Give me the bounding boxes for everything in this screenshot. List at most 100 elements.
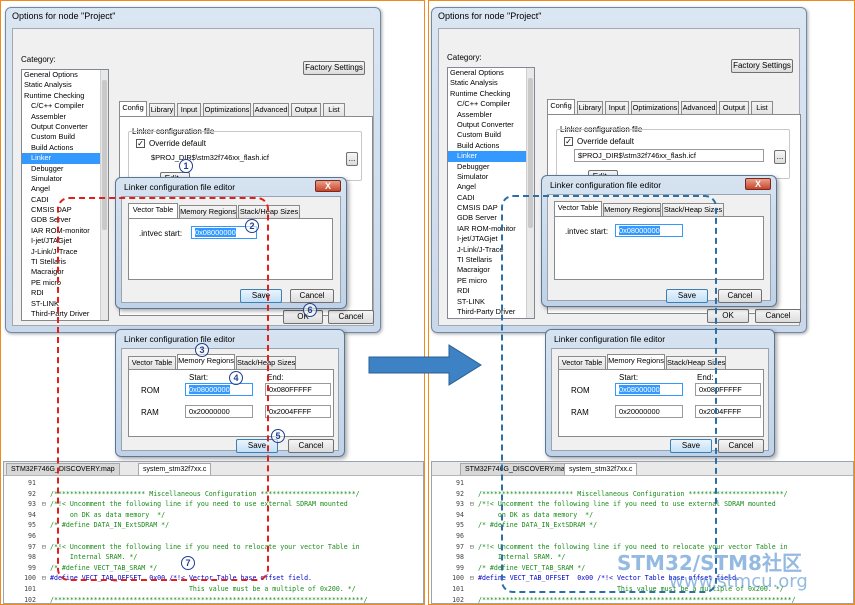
- ram-end-input[interactable]: 0x2004FFFF: [695, 405, 761, 418]
- category-item[interactable]: Build Actions: [448, 141, 534, 151]
- code-line[interactable]: 101 This value must be a multiple of 0x2…: [4, 584, 356, 594]
- category-scrollbar[interactable]: [526, 68, 534, 318]
- category-item[interactable]: CADI: [448, 193, 534, 203]
- tab-vector-table[interactable]: Vector Table: [128, 356, 176, 369]
- ram-start-input[interactable]: 0x20000000: [185, 405, 253, 418]
- category-item[interactable]: Simulator: [22, 174, 108, 184]
- category-item[interactable]: Static Analysis: [448, 78, 534, 88]
- category-item[interactable]: Runtime Checking: [448, 89, 534, 99]
- code-line[interactable]: 93 ⊟/*!< Uncomment the following line if …: [432, 499, 776, 509]
- category-scrollbar[interactable]: [100, 70, 108, 320]
- category-item[interactable]: Simulator: [448, 172, 534, 182]
- category-item[interactable]: Custom Build: [448, 130, 534, 140]
- category-item[interactable]: Runtime Checking: [22, 91, 108, 101]
- cancel-button[interactable]: Cancel: [288, 439, 334, 453]
- tab-system-file[interactable]: system_stm32f7xx.c: [564, 463, 638, 475]
- category-item[interactable]: Debugger: [448, 162, 534, 172]
- category-item[interactable]: TI Stellaris: [448, 255, 534, 265]
- code-line[interactable]: 97 ⊟/*!< Uncomment the following line if …: [4, 542, 360, 552]
- ram-start-input[interactable]: 0x20000000: [615, 405, 683, 418]
- category-item[interactable]: IAR ROM-monitor: [22, 226, 108, 236]
- code-line[interactable]: 100 ⊟ #define VECT_TAB_OFFSET 0x00 /*!< Ve…: [4, 573, 312, 583]
- category-item[interactable]: I-jet/JTAGjet: [22, 236, 108, 246]
- intvec-start-input[interactable]: 0x08000000: [615, 224, 683, 237]
- cancel-button[interactable]: Cancel: [328, 310, 374, 324]
- category-item[interactable]: GDB Server: [448, 213, 534, 223]
- code-editor[interactable]: STM32F746G_DISCOVERY.map system_stm32f7x…: [3, 461, 424, 604]
- category-item[interactable]: GDB Server: [22, 215, 108, 225]
- save-button[interactable]: Save: [666, 289, 708, 303]
- tab-map-file[interactable]: STM32F746G_DISCOVERY.map: [6, 463, 120, 475]
- category-item[interactable]: Assembler: [22, 112, 108, 122]
- rom-end-input[interactable]: 0x080FFFFF: [695, 383, 761, 396]
- code-line[interactable]: 95 /* #define DATA_IN_ExtSDRAM */: [432, 520, 597, 530]
- category-item[interactable]: Third-Party Driver: [22, 309, 108, 319]
- tab-vector-table[interactable]: Vector Table: [558, 356, 606, 369]
- tab-system-file[interactable]: system_stm32f7xx.c: [138, 463, 212, 475]
- tab-library[interactable]: Library: [149, 103, 175, 116]
- tab-optimizations[interactable]: Optimizations: [631, 101, 679, 114]
- close-icon[interactable]: X: [745, 178, 771, 190]
- fold-icon[interactable]: ⊟: [470, 542, 478, 552]
- fold-icon[interactable]: ⊟: [470, 499, 478, 509]
- tab-optimizations[interactable]: Optimizations: [203, 103, 251, 116]
- save-button[interactable]: Save: [236, 439, 278, 453]
- category-item[interactable]: General Options: [448, 68, 534, 78]
- tab-list[interactable]: List: [751, 101, 773, 114]
- category-item[interactable]: Macraigor: [22, 267, 108, 277]
- code-line[interactable]: 98 Internal SRAM. */: [4, 552, 137, 562]
- category-item[interactable]: Output Converter: [22, 122, 108, 132]
- category-item[interactable]: CMSIS DAP: [22, 205, 108, 215]
- category-item[interactable]: Angel: [448, 182, 534, 192]
- code-line[interactable]: 92 /*********************** Miscellaneous…: [4, 489, 360, 499]
- save-button[interactable]: Save: [240, 289, 282, 303]
- tab-list[interactable]: List: [323, 103, 345, 116]
- tab-input[interactable]: Input: [605, 101, 629, 114]
- tab-library[interactable]: Library: [577, 101, 603, 114]
- tab-memory-regions[interactable]: Memory Regions: [177, 354, 235, 369]
- code-line[interactable]: 95 /* #define DATA_IN_ExtSDRAM */: [4, 520, 169, 530]
- tab-output[interactable]: Output: [291, 103, 321, 116]
- category-item[interactable]: IAR ROM-monitor: [448, 224, 534, 234]
- code-line[interactable]: 96: [4, 531, 50, 541]
- tab-stack-heap[interactable]: Stack/Heap Sizes: [236, 356, 296, 369]
- browse-button[interactable]: ...: [774, 150, 786, 164]
- fold-icon[interactable]: ⊟: [42, 542, 50, 552]
- config-path-field[interactable]: $PROJ_DIR$\stm32f746xx_flash.icf: [148, 152, 338, 165]
- fold-icon[interactable]: ⊟: [42, 499, 50, 509]
- rom-start-input[interactable]: 0x08000000: [185, 383, 253, 396]
- category-item[interactable]: RDI: [22, 288, 108, 298]
- tab-memory-regions[interactable]: Memory Regions: [179, 205, 237, 218]
- category-item[interactable]: PE micro: [448, 276, 534, 286]
- category-item[interactable]: C/C++ Compiler: [22, 101, 108, 111]
- code-line[interactable]: 99 /* #define VECT_TAB_SRAM */: [4, 563, 157, 573]
- category-list[interactable]: General Options Static Analysis Runtime Ch…: [21, 69, 109, 321]
- code-line[interactable]: 91: [4, 478, 50, 488]
- category-item[interactable]: Angel: [22, 184, 108, 194]
- rom-end-input[interactable]: 0x080FFFFF: [265, 383, 331, 396]
- category-item[interactable]: Static Analysis: [22, 80, 108, 90]
- category-list[interactable]: General Options Static Analysis Runtime Ch…: [447, 67, 535, 319]
- tab-config[interactable]: Config: [547, 99, 575, 114]
- tab-memory-regions[interactable]: Memory Regions: [607, 354, 665, 369]
- tab-advanced[interactable]: Advanced: [253, 103, 289, 116]
- category-item[interactable]: TI Stellaris: [22, 257, 108, 267]
- code-line[interactable]: 94 on DK as data memory */: [4, 510, 165, 520]
- category-item[interactable]: I-jet/JTAGjet: [448, 234, 534, 244]
- category-item[interactable]: CMSIS DAP: [448, 203, 534, 213]
- fold-icon[interactable]: ⊟: [470, 573, 478, 583]
- fold-icon[interactable]: ⊟: [42, 573, 50, 583]
- category-item[interactable]: Assembler: [448, 110, 534, 120]
- override-default-checkbox[interactable]: ✓: [136, 139, 145, 148]
- tab-memory-regions[interactable]: Memory Regions: [603, 203, 661, 216]
- code-line[interactable]: 98 Internal SRAM. */: [432, 552, 565, 562]
- tab-input[interactable]: Input: [177, 103, 201, 116]
- cancel-button[interactable]: Cancel: [290, 289, 334, 303]
- save-button[interactable]: Save: [670, 439, 712, 453]
- config-path-field[interactable]: $PROJ_DIR$\stm32f746xx_flash.icf: [574, 149, 764, 162]
- code-body[interactable]: 91 92 /*********************** Miscellaneo…: [4, 478, 423, 604]
- code-line[interactable]: 96: [432, 531, 478, 541]
- factory-settings-button[interactable]: Factory Settings: [731, 59, 793, 73]
- category-item[interactable]: Linker: [448, 151, 534, 162]
- ok-button[interactable]: OK: [707, 309, 749, 323]
